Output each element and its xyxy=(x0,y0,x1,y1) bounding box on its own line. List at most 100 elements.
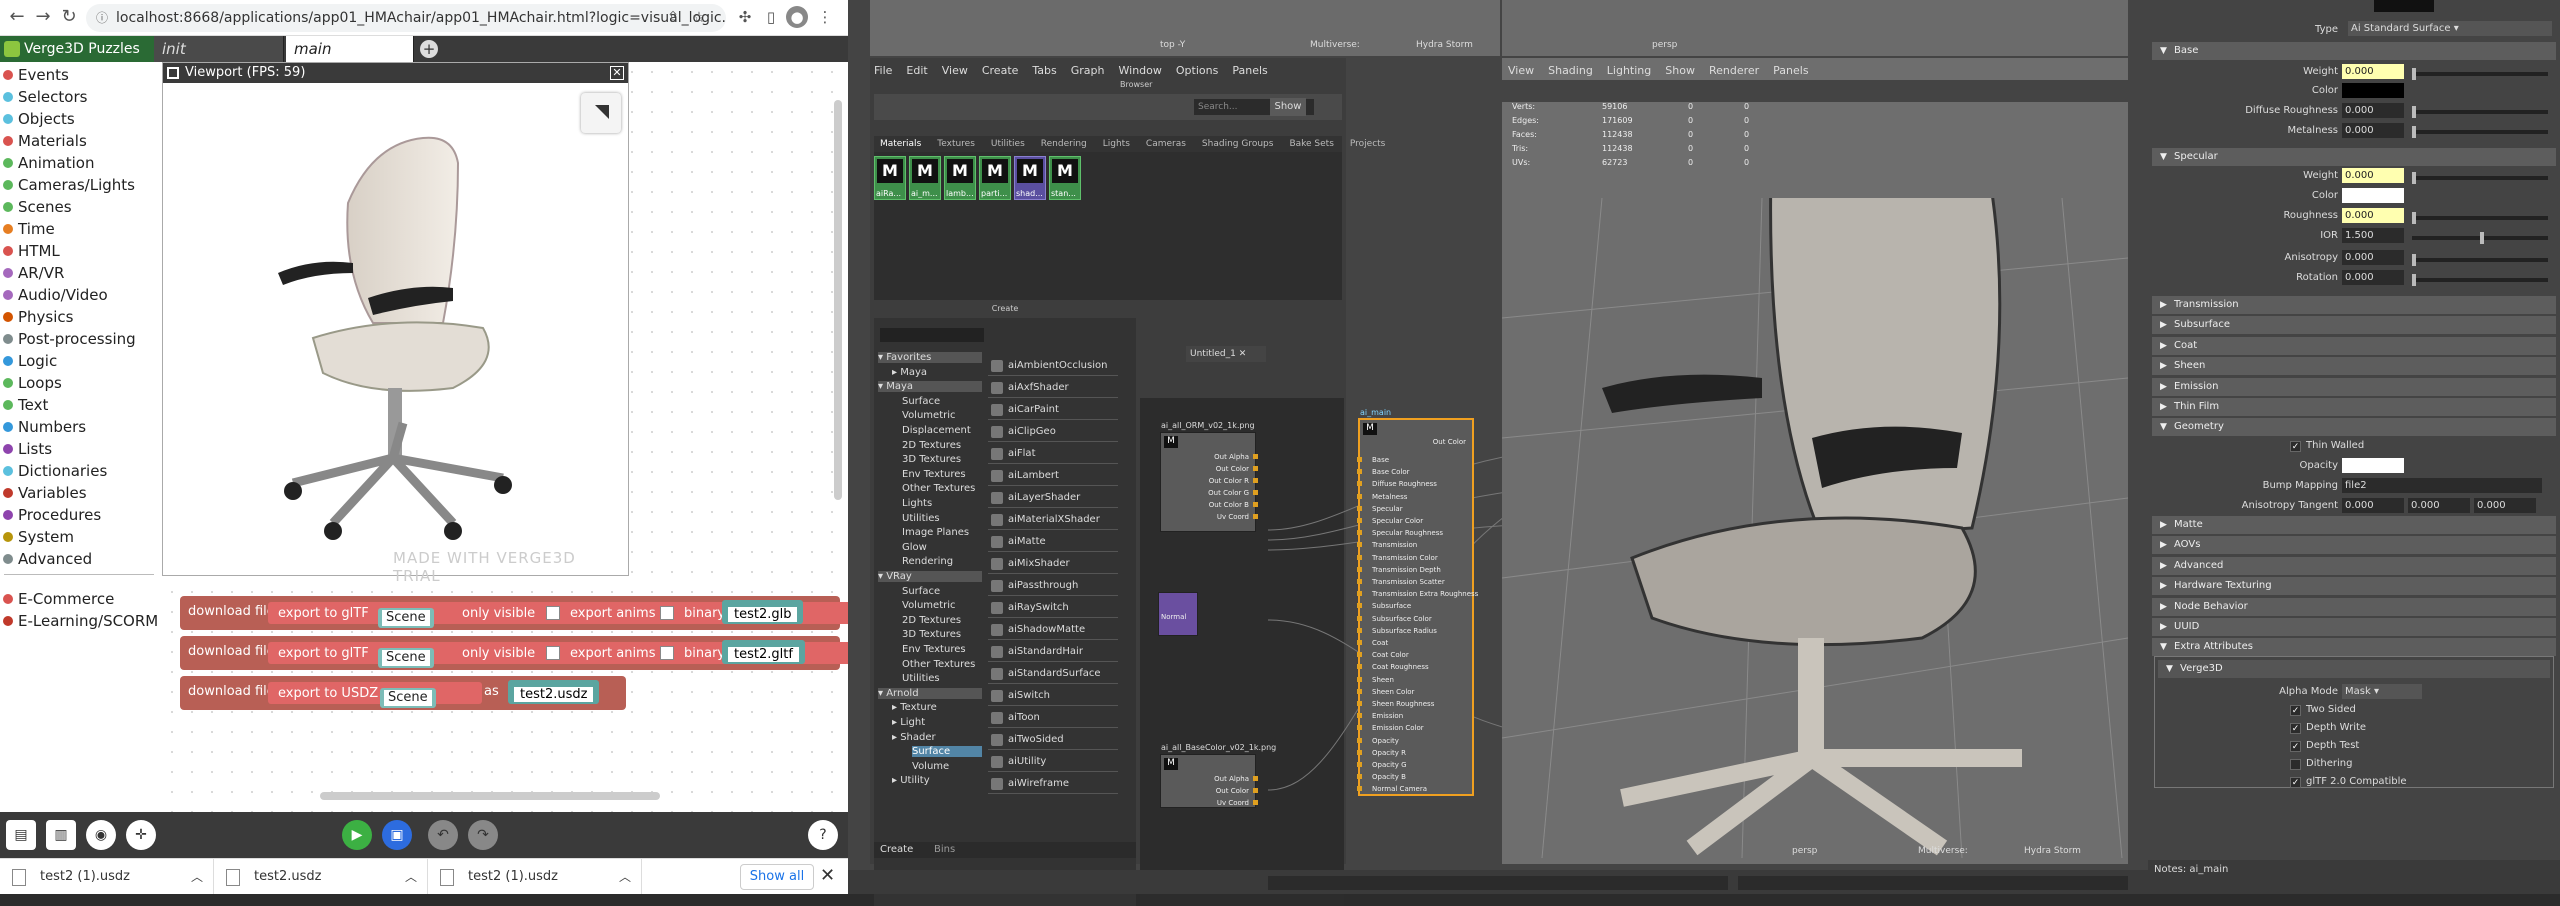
save-library-icon[interactable]: ▤ xyxy=(6,820,36,850)
category-item[interactable]: Loops xyxy=(0,372,62,394)
checkbox-box[interactable]: ✓ xyxy=(2290,441,2301,452)
profile-avatar[interactable]: ● xyxy=(786,6,808,28)
port-handle[interactable] xyxy=(1357,505,1362,511)
section-verge3d[interactable]: ▼ Verge3D xyxy=(2158,660,2550,678)
shader-item[interactable]: aiTwoSided xyxy=(988,730,1118,750)
node-port[interactable]: Out Color G xyxy=(1208,489,1249,497)
port-handle[interactable] xyxy=(1357,640,1362,645)
menu-item[interactable]: View xyxy=(1508,64,1534,77)
reload-icon[interactable]: ↻ xyxy=(58,6,80,28)
fullscreen-button[interactable] xyxy=(581,93,621,133)
port-handle[interactable] xyxy=(1357,493,1362,499)
category-item[interactable]: Objects xyxy=(0,108,75,130)
node-port[interactable]: Sheen xyxy=(1372,676,1394,684)
node-port[interactable]: Transmission Depth xyxy=(1372,566,1441,574)
base-weight-field[interactable]: 0.000 xyxy=(2342,64,2404,79)
menu-item[interactable]: Shading xyxy=(1548,64,1593,77)
material-swatch[interactable]: Mai_m... xyxy=(909,156,941,200)
node-port[interactable]: Subsurface Radius xyxy=(1372,627,1437,635)
hypershade-tab[interactable]: Cameras xyxy=(1146,139,1186,149)
section-specular[interactable]: ▼ Specular xyxy=(2152,148,2556,166)
close-icon[interactable]: ✕ xyxy=(820,865,835,886)
hypershade-tab[interactable]: Rendering xyxy=(1041,139,1087,149)
node-port[interactable]: Out Color R xyxy=(1209,477,1249,485)
category-item[interactable]: Scenes xyxy=(0,196,72,218)
tree-item[interactable]: 2D Textures xyxy=(902,615,961,626)
chevron-up-icon[interactable]: ︿ xyxy=(191,859,203,894)
filename-value[interactable]: test2.gltf xyxy=(728,647,799,662)
tree-item[interactable]: Utilities xyxy=(902,513,940,524)
tab-bins[interactable]: Bins xyxy=(934,844,955,855)
node-port[interactable]: Out Color B xyxy=(1209,501,1249,509)
shader-item[interactable]: aiStandardSurface xyxy=(988,664,1118,684)
category-item[interactable]: E-Commerce xyxy=(0,588,114,610)
tree-item[interactable]: ▾ Maya xyxy=(878,381,982,393)
menu-item[interactable]: Graph xyxy=(1071,64,1105,77)
menu-item[interactable]: Panels xyxy=(1232,64,1267,77)
tree-item[interactable]: Env Textures xyxy=(902,644,966,655)
port-handle[interactable] xyxy=(1253,502,1258,507)
tree-item[interactable]: Utilities xyxy=(902,673,940,684)
verge3d-checkbox[interactable]: ✓ glTF 2.0 Compatible xyxy=(2290,776,2407,788)
section-header[interactable]: ▶ Emission xyxy=(2152,377,2556,396)
tab-create[interactable]: Create xyxy=(880,844,913,855)
save-icon[interactable]: ▣ xyxy=(382,820,412,850)
category-item[interactable]: Numbers xyxy=(0,416,86,438)
hypershade-tab[interactable]: Textures xyxy=(937,139,975,149)
section-header[interactable]: ▶ Sheen xyxy=(2152,357,2556,376)
diffuse-roughness-field[interactable]: 0.000 xyxy=(2342,103,2404,118)
tree-item[interactable]: Surface xyxy=(912,746,982,758)
menu-item[interactable]: Panels xyxy=(1773,64,1808,77)
attr-slider[interactable] xyxy=(2412,72,2548,76)
tree-item[interactable]: Glow xyxy=(902,542,927,553)
port-handle[interactable] xyxy=(1357,762,1362,767)
slider-knob[interactable] xyxy=(2412,126,2416,138)
slider-knob[interactable] xyxy=(2480,232,2484,244)
address-bar[interactable]: ⓘ localhost:8668/applications/app01_HMAch… xyxy=(86,4,726,32)
node-port[interactable]: Transmission xyxy=(1372,541,1417,549)
section-header[interactable]: ▶ AOVs xyxy=(2152,536,2556,555)
show-all-button[interactable]: Show all xyxy=(740,864,814,890)
material-swatch[interactable]: MaiRa... xyxy=(874,156,906,200)
verge3d-checkbox[interactable]: Dithering xyxy=(2290,758,2352,770)
menu-item[interactable]: Show xyxy=(1665,64,1695,77)
info-icon[interactable]: ⓘ xyxy=(96,4,108,32)
node-orm-texture[interactable]: ai_all_ORM_v02_1k.png M Out Alpha Out Col… xyxy=(1160,421,1258,532)
workspace-hscrollbar[interactable] xyxy=(320,792,660,800)
hypershade-tab[interactable]: Projects xyxy=(1350,139,1385,149)
port-handle[interactable] xyxy=(1253,788,1258,793)
node-ai-main[interactable]: ai_main M Out Color Base Base Color Diffus… xyxy=(1357,408,1478,796)
hypershade-tab[interactable]: Bake Sets xyxy=(1289,139,1333,149)
verge3d-checkbox[interactable]: ✓ Two Sided xyxy=(2290,704,2356,716)
port-handle[interactable] xyxy=(1357,725,1362,731)
node-port[interactable]: Uv Coord xyxy=(1217,513,1249,521)
node-port[interactable]: Opacity xyxy=(1372,737,1399,745)
bump-mapping-field[interactable]: file2 xyxy=(2342,478,2542,493)
node-port[interactable]: Uv Coord xyxy=(1217,799,1249,807)
tangent-z-field[interactable]: 0.000 xyxy=(2474,498,2536,513)
tree-item[interactable]: Volumetric xyxy=(902,410,956,421)
node-port[interactable]: Coat xyxy=(1372,639,1388,647)
metalness-field[interactable]: 0.000 xyxy=(2342,123,2404,138)
tree-item[interactable]: ▸ Utility xyxy=(892,775,930,786)
port-handle[interactable] xyxy=(1357,518,1362,523)
menu-item[interactable]: Create xyxy=(982,64,1019,77)
menu-item[interactable]: Window xyxy=(1119,64,1162,77)
shader-item[interactable]: aiToon xyxy=(988,708,1118,728)
node-port[interactable]: Transmission Color xyxy=(1372,554,1438,562)
category-item[interactable]: Logic xyxy=(0,350,57,372)
node-port[interactable]: Emission Color xyxy=(1372,724,1424,732)
shader-item[interactable]: aiUtility xyxy=(988,752,1118,772)
node-port[interactable]: Opacity B xyxy=(1372,773,1406,781)
extensions-icon[interactable]: ✣ xyxy=(734,6,756,28)
checkbox-box[interactable]: ✓ xyxy=(2290,723,2301,734)
node-port[interactable]: Out Alpha xyxy=(1214,775,1249,783)
tree-item[interactable]: Volume xyxy=(912,761,949,772)
tree-item[interactable]: Lights xyxy=(902,498,932,509)
port-handle[interactable] xyxy=(1357,566,1362,572)
shader-item[interactable]: aiAmbientOcclusion xyxy=(988,356,1118,376)
section-header[interactable]: ▶ UUID xyxy=(2152,618,2556,636)
node-port[interactable]: Emission xyxy=(1372,712,1403,720)
run-icon[interactable]: ▶ xyxy=(342,820,372,850)
download-item[interactable]: test2.usdz ︿ xyxy=(214,859,428,894)
